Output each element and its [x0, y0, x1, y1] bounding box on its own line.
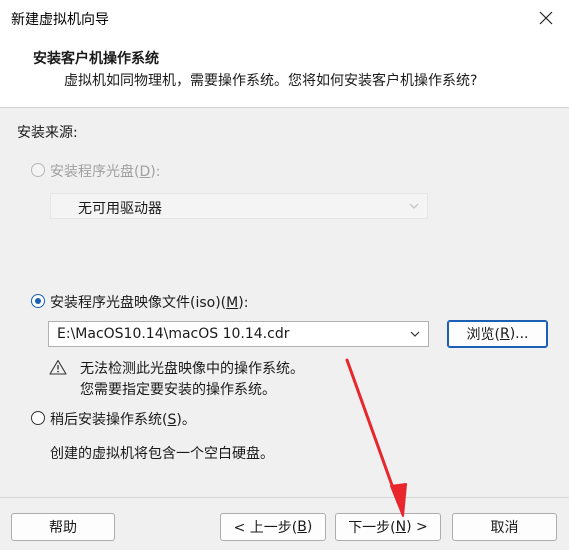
iso-radio[interactable]	[31, 294, 45, 308]
close-icon	[539, 11, 553, 25]
install-later-label: 稍后安装操作系统(S)。	[50, 412, 196, 428]
wizard-header: 安装客户机操作系统 虚拟机如同物理机，需要操作系统。您将如何安装客户机操作系统?	[0, 36, 569, 108]
warning-triangle-icon	[49, 359, 67, 375]
back-button[interactable]: < 上一步(B)	[220, 513, 326, 541]
cancel-button[interactable]: 取消	[452, 513, 557, 541]
next-button[interactable]: 下一步(N) >	[335, 513, 441, 541]
page-title: 安装客户机操作系统	[33, 51, 159, 67]
footer-divider	[0, 497, 569, 498]
close-button[interactable]	[523, 0, 569, 36]
install-source-label: 安装来源:	[17, 125, 78, 141]
help-button[interactable]: 帮助	[11, 513, 115, 541]
install-later-note: 创建的虚拟机将包含一个空白硬盘。	[50, 446, 274, 462]
iso-path-value: E:\MacOS10.14\macOS 10.14.cdr	[57, 326, 290, 342]
install-source-panel: 安装来源: 安装程序光盘(D): 无可用驱动器 安装程序光盘映像文件(iso)(…	[0, 109, 569, 497]
disc-option-label: 安装程序光盘(D):	[50, 164, 161, 180]
disc-drive-value: 无可用驱动器	[78, 201, 162, 217]
page-subtitle: 虚拟机如同物理机，需要操作系统。您将如何安装客户机操作系统?	[64, 73, 478, 89]
browse-button[interactable]: 浏览(R)...	[447, 320, 548, 348]
disc-drive-select[interactable]: 无可用驱动器	[50, 193, 428, 219]
disc-radio[interactable]	[31, 163, 45, 177]
install-later-radio[interactable]	[31, 411, 45, 425]
warning-line-2: 您需要指定要安装的操作系统。	[80, 382, 276, 398]
chevron-down-icon	[410, 331, 420, 337]
iso-path-combobox[interactable]: E:\MacOS10.14\macOS 10.14.cdr	[48, 321, 429, 347]
iso-option-label: 安装程序光盘映像文件(iso)(M):	[50, 295, 249, 311]
warning-line-1: 无法检测此光盘映像中的操作系统。	[80, 361, 304, 377]
title-bar: 新建虚拟机向导	[0, 0, 569, 36]
chevron-down-icon	[409, 203, 419, 209]
window-title: 新建虚拟机向导	[11, 12, 109, 28]
